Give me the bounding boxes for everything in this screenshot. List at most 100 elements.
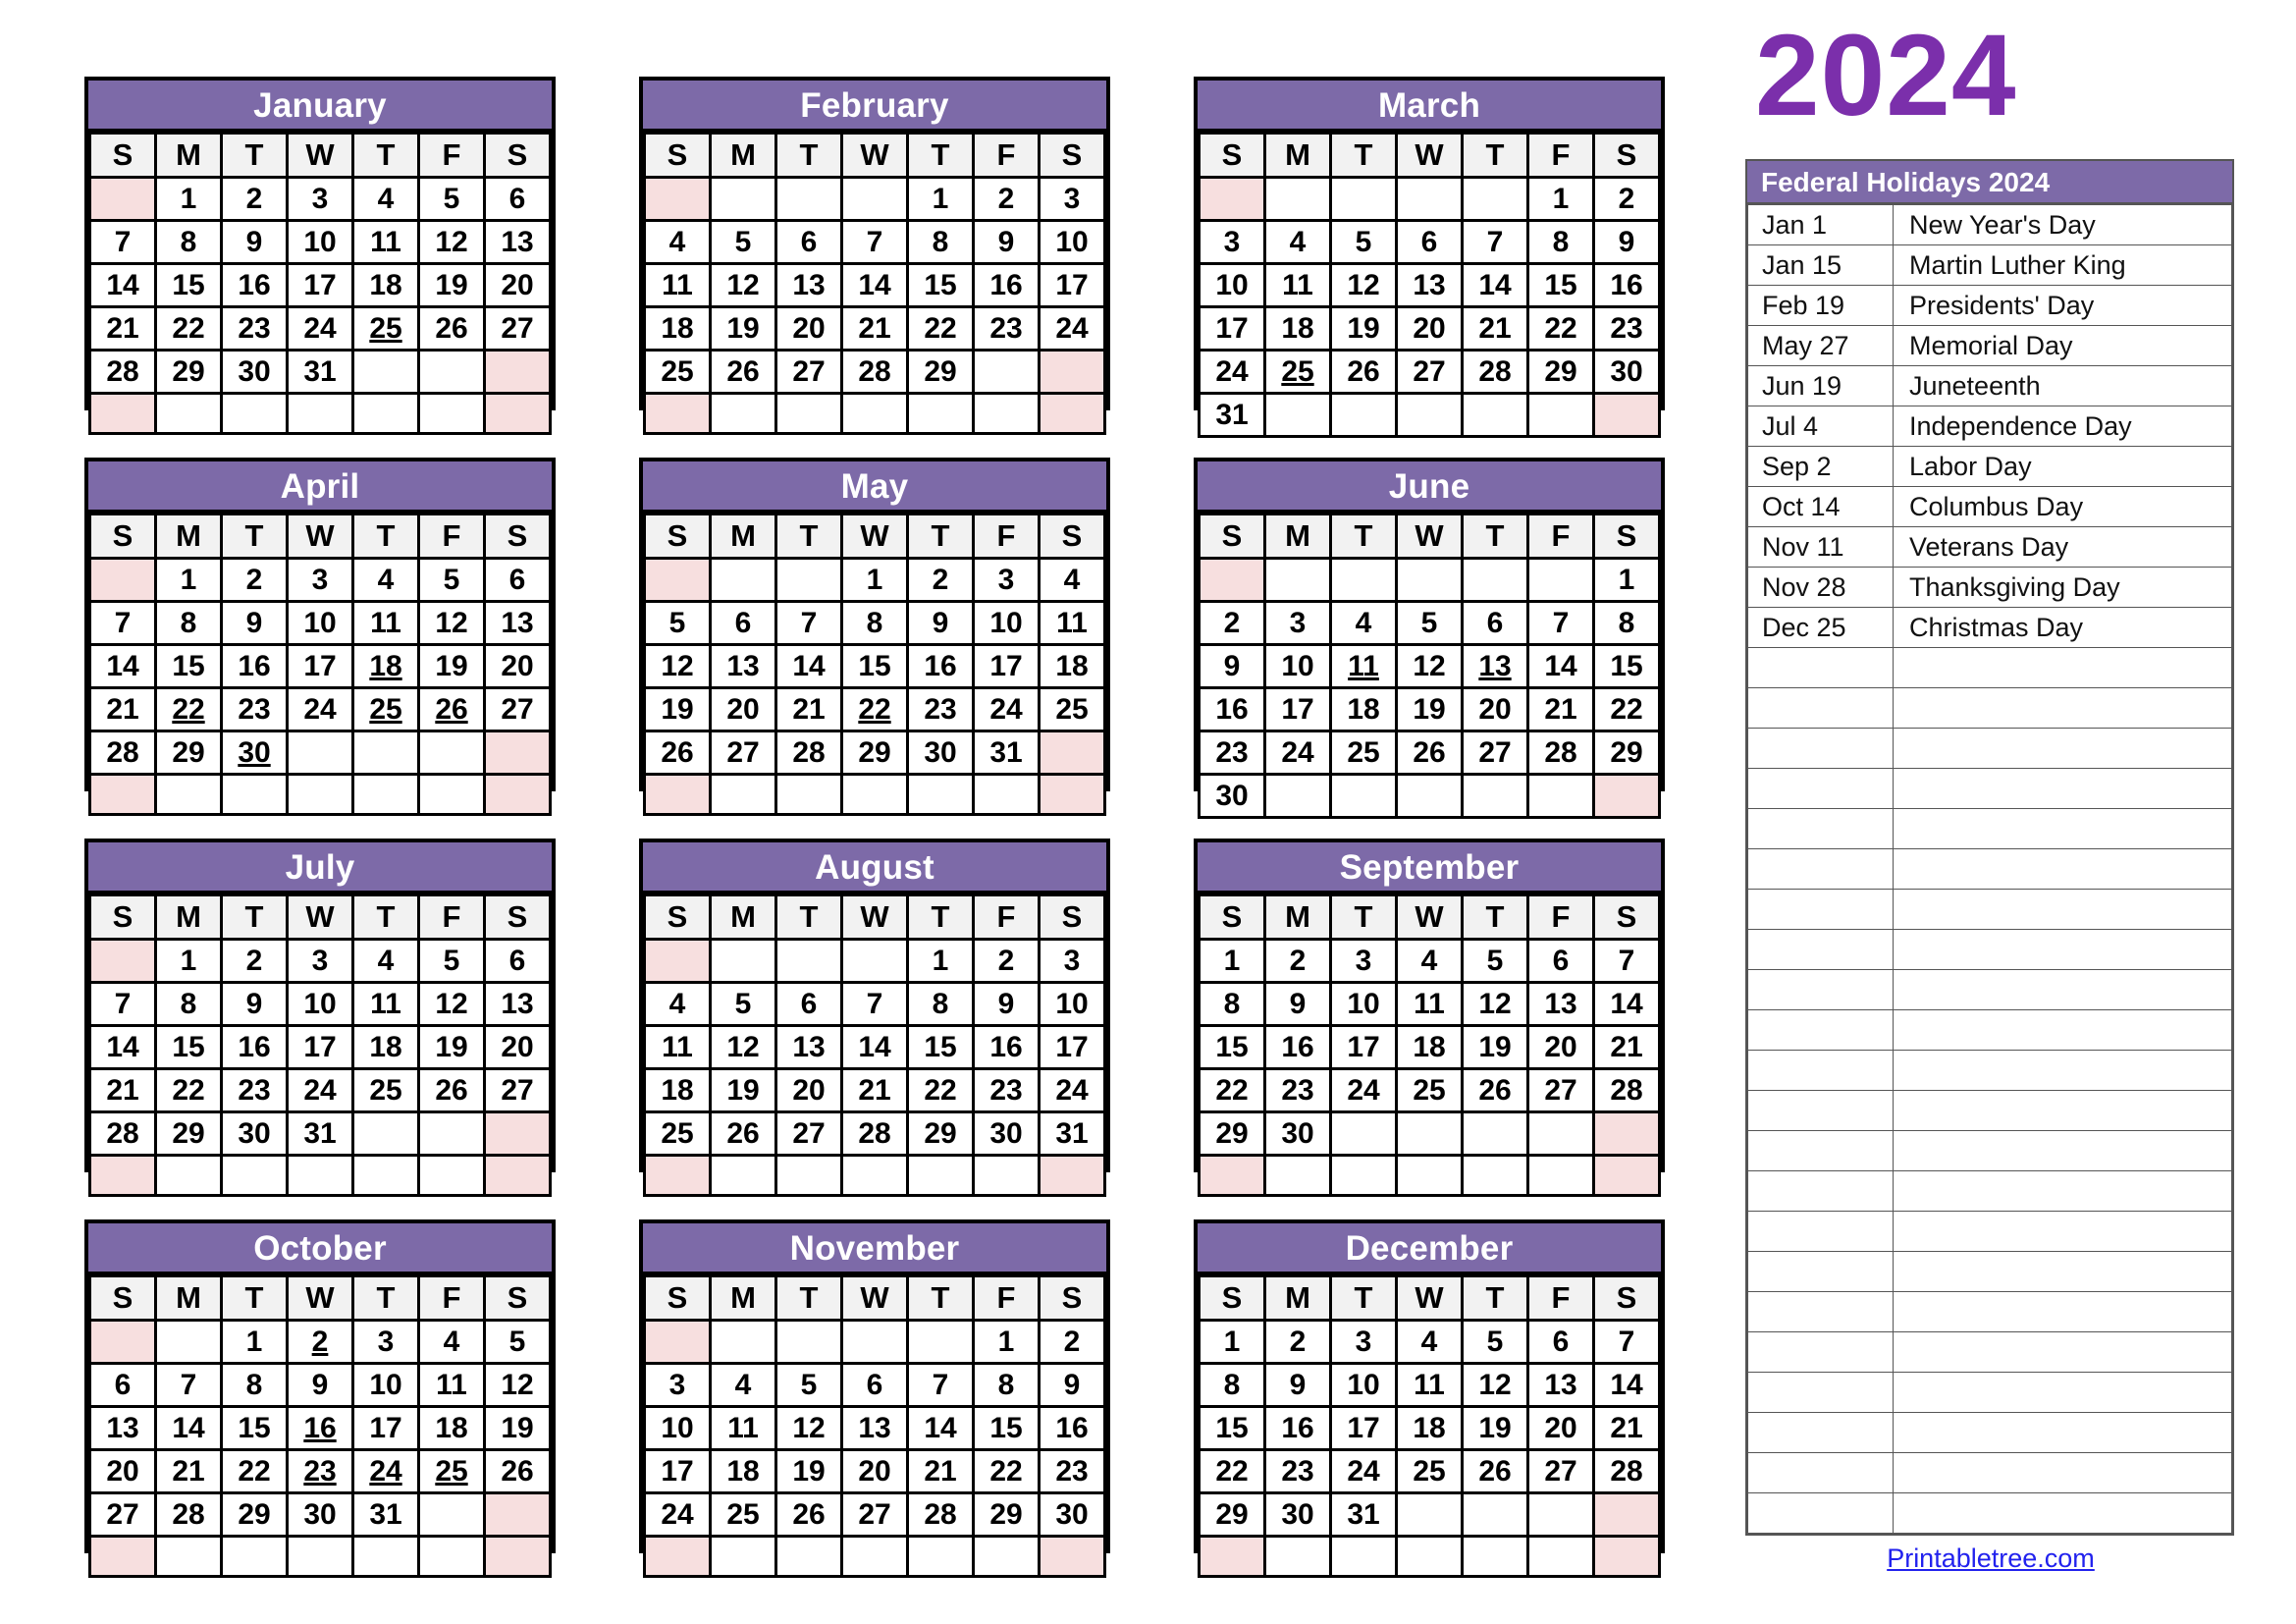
day-cell[interactable]: 8 xyxy=(972,1362,1041,1408)
day-cell[interactable]: 3 xyxy=(286,557,354,603)
day-cell[interactable]: 14 xyxy=(774,643,843,689)
day-cell[interactable]: 16 xyxy=(1198,686,1266,732)
day-cell[interactable]: 13 xyxy=(1395,262,1464,308)
day-cell[interactable]: 21 xyxy=(774,686,843,732)
day-cell[interactable]: 9 xyxy=(1263,981,1332,1027)
day-cell[interactable]: 21 xyxy=(1592,1405,1661,1451)
day-cell[interactable]: 28 xyxy=(88,1110,157,1157)
day-cell[interactable]: 15 xyxy=(220,1405,289,1451)
day-cell[interactable]: 23 xyxy=(972,1067,1041,1113)
day-cell[interactable]: 24 xyxy=(351,1448,420,1494)
day-cell[interactable]: 28 xyxy=(1526,730,1595,776)
day-cell[interactable]: 8 xyxy=(906,981,975,1027)
day-cell[interactable]: 24 xyxy=(1038,305,1106,352)
day-cell[interactable]: 2 xyxy=(1263,1319,1332,1365)
day-cell[interactable]: 18 xyxy=(1329,686,1398,732)
day-cell[interactable]: 23 xyxy=(220,305,289,352)
day-cell[interactable]: 19 xyxy=(709,1067,777,1113)
day-cell[interactable]: 29 xyxy=(1526,349,1595,395)
day-cell[interactable]: 10 xyxy=(286,600,354,646)
day-cell[interactable]: 4 xyxy=(351,557,420,603)
day-cell[interactable]: 14 xyxy=(1592,1362,1661,1408)
day-cell[interactable]: 19 xyxy=(1329,305,1398,352)
day-cell[interactable]: 11 xyxy=(643,262,712,308)
day-cell[interactable]: 2 xyxy=(1263,938,1332,984)
day-cell[interactable]: 25 xyxy=(351,686,420,732)
day-cell[interactable]: 18 xyxy=(417,1405,486,1451)
day-cell[interactable]: 6 xyxy=(774,981,843,1027)
day-cell[interactable]: 30 xyxy=(906,730,975,776)
day-cell[interactable]: 12 xyxy=(774,1405,843,1451)
day-cell[interactable]: 7 xyxy=(906,1362,975,1408)
day-cell[interactable]: 31 xyxy=(286,1110,354,1157)
day-cell[interactable]: 16 xyxy=(972,1024,1041,1070)
day-cell[interactable]: 31 xyxy=(1038,1110,1106,1157)
day-cell[interactable]: 9 xyxy=(220,981,289,1027)
day-cell[interactable]: 14 xyxy=(1461,262,1529,308)
day-cell[interactable]: 20 xyxy=(483,262,552,308)
day-cell[interactable]: 29 xyxy=(840,730,909,776)
day-cell[interactable]: 18 xyxy=(351,262,420,308)
day-cell[interactable]: 12 xyxy=(643,643,712,689)
day-cell[interactable]: 30 xyxy=(1198,773,1266,819)
day-cell[interactable]: 19 xyxy=(709,305,777,352)
day-cell[interactable]: 27 xyxy=(483,305,552,352)
day-cell[interactable]: 6 xyxy=(1395,219,1464,265)
day-cell[interactable]: 19 xyxy=(483,1405,552,1451)
day-cell[interactable]: 17 xyxy=(1198,305,1266,352)
day-cell[interactable]: 23 xyxy=(286,1448,354,1494)
day-cell[interactable]: 13 xyxy=(483,600,552,646)
day-cell[interactable]: 26 xyxy=(774,1491,843,1538)
day-cell[interactable]: 18 xyxy=(643,305,712,352)
day-cell[interactable]: 9 xyxy=(1038,1362,1106,1408)
day-cell[interactable]: 15 xyxy=(1198,1405,1266,1451)
day-cell[interactable]: 13 xyxy=(1461,643,1529,689)
day-cell[interactable]: 22 xyxy=(1198,1067,1266,1113)
day-cell[interactable]: 24 xyxy=(286,686,354,732)
day-cell[interactable]: 17 xyxy=(1263,686,1332,732)
day-cell[interactable]: 12 xyxy=(417,600,486,646)
day-cell[interactable]: 3 xyxy=(1263,600,1332,646)
day-cell[interactable]: 1 xyxy=(154,176,223,222)
day-cell[interactable]: 29 xyxy=(1198,1491,1266,1538)
day-cell[interactable]: 18 xyxy=(1395,1024,1464,1070)
day-cell[interactable]: 12 xyxy=(483,1362,552,1408)
day-cell[interactable]: 9 xyxy=(1263,1362,1332,1408)
day-cell[interactable]: 4 xyxy=(351,938,420,984)
day-cell[interactable]: 28 xyxy=(1461,349,1529,395)
day-cell[interactable]: 19 xyxy=(1395,686,1464,732)
day-cell[interactable]: 29 xyxy=(972,1491,1041,1538)
day-cell[interactable]: 24 xyxy=(286,1067,354,1113)
day-cell[interactable]: 7 xyxy=(88,600,157,646)
day-cell[interactable]: 8 xyxy=(1592,600,1661,646)
day-cell[interactable]: 11 xyxy=(1395,1362,1464,1408)
day-cell[interactable]: 3 xyxy=(643,1362,712,1408)
day-cell[interactable]: 21 xyxy=(88,1067,157,1113)
day-cell[interactable]: 27 xyxy=(840,1491,909,1538)
day-cell[interactable]: 25 xyxy=(1038,686,1106,732)
day-cell[interactable]: 27 xyxy=(1461,730,1529,776)
day-cell[interactable]: 12 xyxy=(417,981,486,1027)
day-cell[interactable]: 16 xyxy=(1263,1405,1332,1451)
day-cell[interactable]: 9 xyxy=(1592,219,1661,265)
day-cell[interactable]: 5 xyxy=(709,981,777,1027)
day-cell[interactable]: 1 xyxy=(1198,938,1266,984)
day-cell[interactable]: 20 xyxy=(774,1067,843,1113)
day-cell[interactable]: 18 xyxy=(351,1024,420,1070)
day-cell[interactable]: 7 xyxy=(88,219,157,265)
day-cell[interactable]: 26 xyxy=(417,686,486,732)
day-cell[interactable]: 26 xyxy=(1461,1448,1529,1494)
day-cell[interactable]: 16 xyxy=(220,1024,289,1070)
day-cell[interactable]: 13 xyxy=(709,643,777,689)
day-cell[interactable]: 5 xyxy=(417,176,486,222)
day-cell[interactable]: 16 xyxy=(1038,1405,1106,1451)
day-cell[interactable]: 23 xyxy=(220,686,289,732)
day-cell[interactable]: 22 xyxy=(154,1067,223,1113)
day-cell[interactable]: 23 xyxy=(1198,730,1266,776)
day-cell[interactable]: 30 xyxy=(1592,349,1661,395)
day-cell[interactable]: 15 xyxy=(154,262,223,308)
day-cell[interactable]: 24 xyxy=(643,1491,712,1538)
day-cell[interactable]: 15 xyxy=(154,1024,223,1070)
day-cell[interactable]: 8 xyxy=(1198,1362,1266,1408)
day-cell[interactable]: 7 xyxy=(1526,600,1595,646)
